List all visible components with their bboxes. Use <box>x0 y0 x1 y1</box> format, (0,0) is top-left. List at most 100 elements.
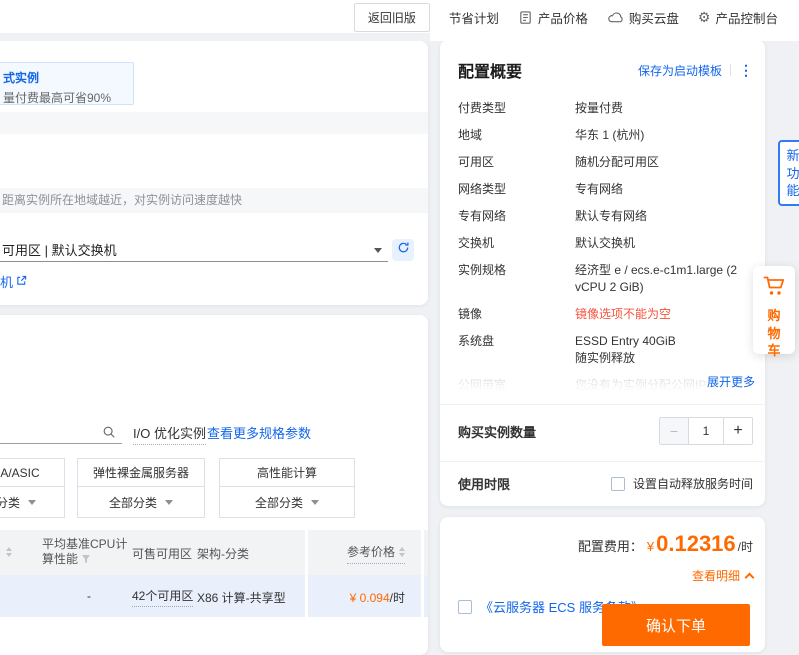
order-card: 配置费用： ¥ 0.12316 /时 查看明细 《云服务器 ECS 服务条款》 … <box>440 517 765 652</box>
field-value: 经济型 e / ecs.e-c1m1.large (2 vCPU 2 GiB) <box>575 263 738 294</box>
price-amount: ¥ 0.094 <box>349 591 390 605</box>
new-feature-label: 新功能 <box>786 148 799 199</box>
field-vpc: 专有网络 默认专有网络 <box>458 208 753 225</box>
left-pane-top-strip <box>0 33 430 41</box>
fee-amount: 0.12316 <box>656 531 736 556</box>
filter-icon[interactable] <box>81 553 91 567</box>
menu-item-product-price[interactable]: 产品价格 <box>518 8 588 27</box>
shopping-cart-widget[interactable]: 购物车 <box>753 266 795 358</box>
cpu-col-line2: 算性能 <box>42 552 79 566</box>
col-header-reference-price[interactable]: 参考价格 <box>346 543 405 564</box>
instance-type-card: I/O 优化实例 查看更多规格参数 GA/ASIC 分类 弹性裸金属服务器 全部… <box>0 315 428 655</box>
auto-release-label: 设置自动释放服务时间 <box>632 477 753 491</box>
field-value: ESSD Entry 40GiB 随实例释放 <box>575 334 676 365</box>
cell-cpu-performance: - <box>87 589 91 603</box>
cell-architecture: X86 计算-共享型 <box>197 591 286 605</box>
divider <box>730 64 731 76</box>
cpu-col-line1: 平均基准CPU计 <box>42 537 128 551</box>
price-col-label: 参考价格 <box>346 545 395 559</box>
region-hint-text: 距离实例所在地域越近，对实例访问速度越快 <box>0 188 428 213</box>
switch-link-label: 机 <box>0 275 14 290</box>
quantity-stepper[interactable]: − 1 + <box>659 417 753 445</box>
field-image: 镜像 镜像选项不能为空 <box>458 306 753 323</box>
category-select-value: 分类 <box>0 495 21 510</box>
bill-icon <box>518 10 533 25</box>
save-launch-template-link[interactable]: 保存为启动模板 <box>638 62 722 79</box>
view-details-link[interactable]: 查看明细 <box>458 567 755 584</box>
more-specs-link[interactable]: 查看更多规格参数 <box>207 423 311 442</box>
summary-header: 配置概要 保存为启动模板 ⋮ <box>440 40 765 82</box>
menu-item-buy-disk[interactable]: 购买云盘 <box>607 8 679 27</box>
category-card-bare-metal[interactable]: 弹性裸金属服务器 全部分类 <box>77 458 205 518</box>
fee-unit: /时 <box>737 540 753 554</box>
switch-console-link[interactable]: 机 <box>0 272 27 291</box>
sort-icon[interactable] <box>399 546 405 557</box>
terms-checkbox[interactable] <box>458 599 472 614</box>
refresh-button[interactable] <box>392 239 414 261</box>
cart-icon <box>762 275 787 302</box>
more-menu-icon[interactable]: ⋮ <box>739 63 753 77</box>
purchase-quantity-row: 购买实例数量 − 1 + <box>440 405 765 457</box>
category-select[interactable]: 全部分类 <box>77 487 205 518</box>
menu-item-product-console[interactable]: ⚙ 产品控制台 <box>698 8 778 27</box>
menu-item-saving-plan[interactable]: 节省计划 <box>449 8 499 27</box>
section-band <box>0 112 428 134</box>
field-value: 专有网络 <box>575 182 624 196</box>
col-header-cpu-performance[interactable]: 平均基准CPU计 算性能 <box>42 537 134 568</box>
field-region: 地域 华东 1 (杭州) <box>458 127 753 144</box>
expand-more-link[interactable]: 展开更多 <box>706 373 755 390</box>
quantity-value[interactable]: 1 <box>689 418 723 444</box>
summary-title: 配置概要 <box>458 64 523 81</box>
usage-duration-row: 使用时限 设置自动释放服务时间 <box>440 462 765 505</box>
cloud-icon <box>607 10 624 25</box>
zone-switch-select[interactable]: 可用区 | 默认交换机 <box>0 238 388 262</box>
search-icon <box>103 426 115 438</box>
quantity-label: 购买实例数量 <box>458 424 537 440</box>
config-summary-card: 配置概要 保存为启动模板 ⋮ 付费类型 按量付费 地域 华东 1 (杭州) 可用… <box>440 40 765 506</box>
summary-fields: 付费类型 按量付费 地域 华东 1 (杭州) 可用区 随机分配可用区 网络类型 … <box>440 100 765 396</box>
refresh-icon <box>397 241 410 259</box>
new-feature-tab[interactable]: 新功能 <box>778 140 799 206</box>
auto-release-checkbox[interactable] <box>610 476 625 491</box>
field-label: 可用区 <box>458 155 495 169</box>
field-value: 随机分配可用区 <box>575 155 660 169</box>
cell-reference-price: ¥ 0.094/时 <box>350 589 405 606</box>
zone-switch-select-value: 可用区 | 默认交换机 <box>2 243 117 258</box>
spec-table-header: 平均基准CPU计 算性能 可售可用区 架构-分类 参考价格 <box>0 530 428 575</box>
sort-icon[interactable] <box>6 547 12 557</box>
cell-available-zones[interactable]: 42个可用区 <box>132 587 194 607</box>
back-to-old-version-button[interactable]: 返回旧版 <box>353 2 430 32</box>
chevron-down-icon <box>165 499 173 505</box>
category-title[interactable]: GA/ASIC <box>0 458 65 487</box>
spot-callout-title: 式实例 <box>3 71 40 85</box>
saving-plan-label: 节省计划 <box>448 11 499 26</box>
view-details-label: 查看明细 <box>691 569 740 583</box>
category-select[interactable]: 分类 <box>0 487 65 518</box>
spec-search-input[interactable] <box>0 420 122 444</box>
category-title[interactable]: 高性能计算 <box>219 458 355 487</box>
spot-callout-subtitle: 量付费最高可省90% <box>3 91 112 105</box>
field-zone: 可用区 随机分配可用区 <box>458 154 753 171</box>
column-divider <box>421 530 424 617</box>
table-row-instance-type[interactable]: - 42个可用区 X86 计算-共享型 ¥ 0.094/时 <box>0 575 428 617</box>
quantity-increase-button[interactable]: + <box>723 418 752 444</box>
field-label: 网络类型 <box>458 182 507 196</box>
category-card-gpu-fpga-asic[interactable]: GA/ASIC 分类 <box>0 458 65 518</box>
field-billing-type: 付费类型 按量付费 <box>458 100 753 117</box>
chevron-down-icon <box>28 499 37 505</box>
field-label: 系统盘 <box>458 334 495 348</box>
category-title[interactable]: 弹性裸金属服务器 <box>77 458 205 487</box>
category-select[interactable]: 全部分类 <box>219 487 355 518</box>
quantity-decrease-button[interactable]: − <box>660 418 689 444</box>
price-unit: /时 <box>389 591 405 605</box>
col-header-architecture: 架构-分类 <box>197 547 249 561</box>
field-label: 地域 <box>458 128 483 142</box>
field-value: 默认专有网络 <box>575 209 648 223</box>
chevron-up-icon <box>744 572 755 582</box>
field-value: 默认交换机 <box>575 236 636 250</box>
field-label: 专有网络 <box>458 209 507 223</box>
io-optimized-label[interactable]: I/O 优化实例 <box>133 423 206 445</box>
category-card-hpc[interactable]: 高性能计算 全部分类 <box>219 458 355 518</box>
product-console-label: 产品控制台 <box>715 11 778 26</box>
duration-label: 使用时限 <box>458 477 511 492</box>
